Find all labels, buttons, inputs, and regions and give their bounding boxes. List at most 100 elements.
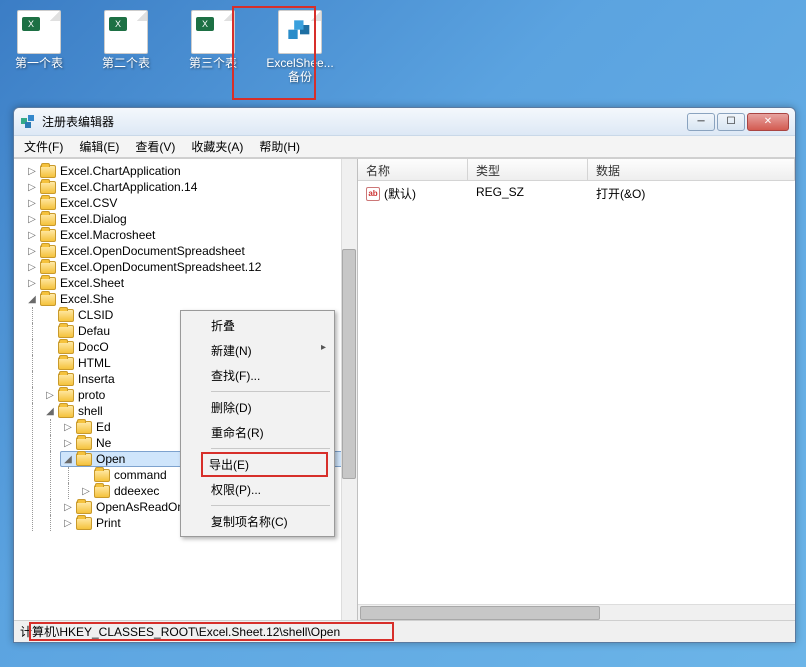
node-label: Print [96,516,121,530]
folder-icon [94,469,110,482]
tree-node[interactable]: ▷ Excel.CSV [24,195,357,211]
node-label: shell [78,404,103,418]
node-label: CLSID [78,308,113,322]
registry-editor-window: 注册表编辑器 ─ ☐ ✕ 文件(F) 编辑(E) 查看(V) 收藏夹(A) 帮助… [13,107,796,643]
node-label: Ne [96,436,111,450]
folder-icon [40,261,56,274]
scrollbar-thumb[interactable] [360,606,600,620]
tree-node[interactable]: ▷ Excel.Macrosheet [24,227,357,243]
folder-icon [58,325,74,338]
minimize-button[interactable]: ─ [687,113,715,131]
tree-node[interactable]: ▷ Excel.Dialog [24,211,357,227]
desktop-icon-xls-2[interactable]: X 第二个表 [95,10,157,85]
menu-item-new[interactable]: 新建(N) [183,338,332,363]
icon-label: 第一个表 [15,56,63,70]
expand-icon[interactable]: ▷ [26,214,38,225]
node-label: Excel.She [60,292,114,306]
folder-icon [40,229,56,242]
collapse-icon[interactable]: ◢ [26,294,38,305]
folder-icon [40,277,56,290]
expand-icon[interactable]: ▷ [80,486,92,497]
window-title: 注册表编辑器 [42,113,687,130]
expand-icon[interactable]: ▷ [62,502,74,513]
expand-icon[interactable]: ▷ [26,230,38,241]
folder-icon [40,213,56,226]
node-label: OpenAsReadOnly [96,500,193,514]
node-label: Excel.Macrosheet [60,228,155,242]
menu-file[interactable]: 文件(F) [18,136,69,157]
folder-icon [76,453,92,466]
menu-item-collapse[interactable]: 折叠 [183,313,332,338]
expand-icon[interactable]: ▷ [26,198,38,209]
folder-icon [94,485,110,498]
context-menu: 折叠 新建(N) 查找(F)... 删除(D) 重命名(R) 导出(E) 权限(… [180,310,335,537]
folder-icon [58,341,74,354]
tree-node-expanded[interactable]: ◢ Excel.She [24,291,357,307]
list-body[interactable]: ab(默认) REG_SZ 打开(&O) [358,181,795,604]
node-label: Excel.Dialog [60,212,127,226]
client-area: ▷ Excel.ChartApplication ▷Excel.ChartAppl… [14,158,795,620]
node-label: HTML [78,356,111,370]
collapse-icon[interactable]: ◢ [62,454,74,465]
annotation-highlight-icon [232,6,316,100]
node-label: Excel.CSV [60,196,117,210]
expand-icon[interactable]: ▷ [26,182,38,193]
tree-node[interactable]: ▷ Excel.ChartApplication [24,163,357,179]
titlebar[interactable]: 注册表编辑器 ─ ☐ ✕ [14,108,795,136]
node-label: Excel.ChartApplication [60,164,181,178]
node-label: Excel.OpenDocumentSpreadsheet.12 [60,260,261,274]
column-header-name[interactable]: 名称 [358,159,468,180]
menu-favorites[interactable]: 收藏夹(A) [185,136,249,157]
maximize-button[interactable]: ☐ [717,113,745,131]
file-icon: X [191,10,235,54]
expand-icon[interactable]: ▷ [62,518,74,529]
node-label: DocO [78,340,109,354]
icon-label: 第三个表 [189,56,237,70]
expand-icon[interactable]: ▷ [26,262,38,273]
collapse-icon[interactable]: ◢ [44,406,56,417]
expand-icon[interactable]: ▷ [26,246,38,257]
tree-scrollbar-vertical[interactable] [341,159,357,620]
file-icon: X [104,10,148,54]
status-path: 计算机\HKEY_CLASSES_ROOT\Excel.Sheet.12\she… [20,623,340,640]
close-button[interactable]: ✕ [747,113,789,131]
expand-icon[interactable]: ▷ [26,166,38,177]
tree-node[interactable]: ▷Excel.OpenDocumentSpreadsheet [24,243,357,259]
window-controls: ─ ☐ ✕ [687,113,789,131]
list-scrollbar-horizontal[interactable] [358,604,795,620]
node-label: Inserta [78,372,115,386]
menu-item-export[interactable]: 导出(E) [201,452,328,477]
expand-icon[interactable]: ▷ [62,438,74,449]
menu-help[interactable]: 帮助(H) [253,136,306,157]
value-data: 打开(&O) [588,183,795,204]
menu-item-delete[interactable]: 删除(D) [183,395,332,420]
node-label: Excel.Sheet [60,276,124,290]
menu-view[interactable]: 查看(V) [129,136,181,157]
tree-node[interactable]: ▷ Excel.Sheet [24,275,357,291]
node-label: Defau [78,324,110,338]
expand-icon[interactable]: ▷ [26,278,38,289]
tree-node[interactable]: ▷Excel.ChartApplication.14 [24,179,357,195]
tree-node[interactable]: ▷ Excel.OpenDocumentSpreadsheet.12 [24,259,357,275]
desktop-icon-xls-1[interactable]: X 第一个表 [8,10,70,85]
menu-separator [211,391,330,392]
column-header-type[interactable]: 类型 [468,159,588,180]
scrollbar-thumb[interactable] [342,249,356,479]
folder-icon [58,373,74,386]
folder-icon [58,389,74,402]
folder-icon [76,517,92,530]
folder-icon [58,357,74,370]
menu-edit[interactable]: 编辑(E) [73,136,125,157]
expand-icon[interactable]: ▷ [44,390,56,401]
list-pane: 名称 类型 数据 ab(默认) REG_SZ 打开(&O) [358,159,795,620]
list-row[interactable]: ab(默认) REG_SZ 打开(&O) [358,181,795,206]
column-header-data[interactable]: 数据 [588,159,795,180]
expand-icon[interactable]: ▷ [62,422,74,433]
node-label: Open [96,452,125,466]
menu-item-rename[interactable]: 重命名(R) [183,420,332,445]
menu-item-copykeyname[interactable]: 复制项名称(C) [183,509,332,534]
folder-icon [58,405,74,418]
folder-icon [40,293,56,306]
menu-item-permissions[interactable]: 权限(P)... [183,477,332,502]
menu-item-find[interactable]: 查找(F)... [183,363,332,388]
